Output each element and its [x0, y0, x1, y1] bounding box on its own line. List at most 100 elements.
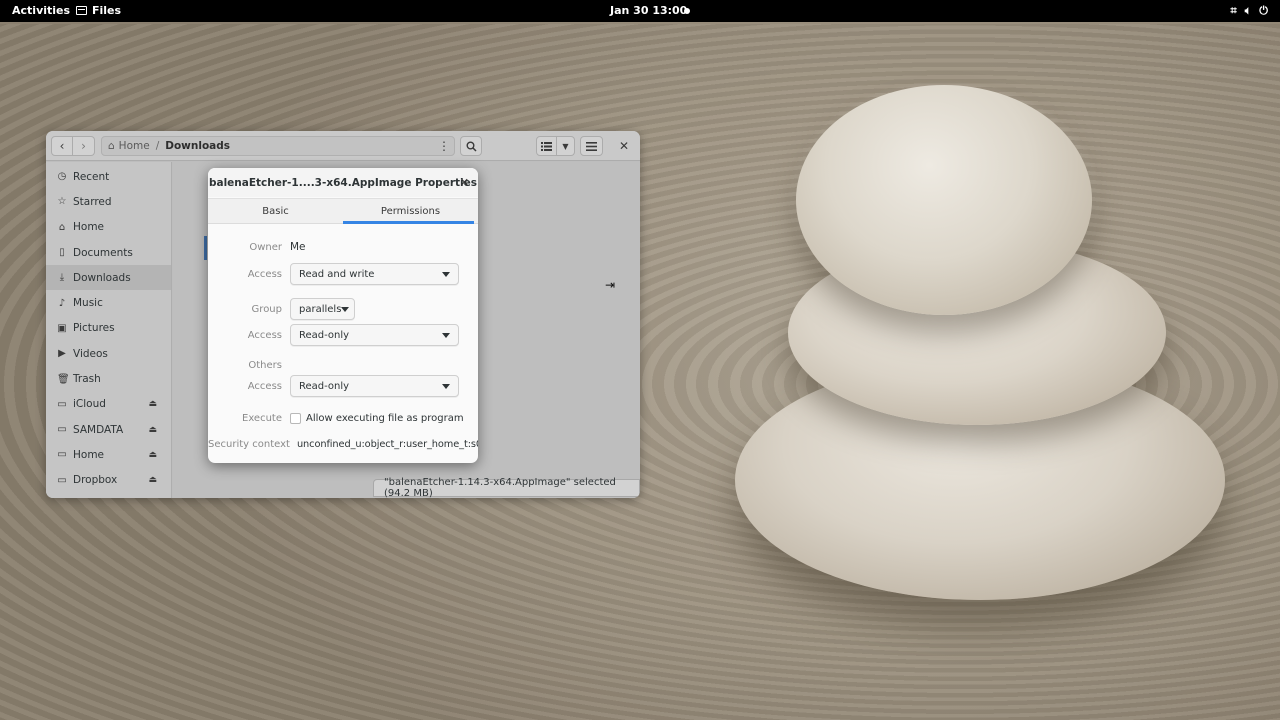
others-label: Others	[248, 359, 282, 371]
notification-dot-icon	[684, 8, 690, 14]
drive-icon: ▭	[57, 474, 67, 486]
sidebar-item-label: Music	[73, 297, 103, 310]
search-button[interactable]	[460, 136, 482, 156]
group-value: parallels	[299, 303, 342, 315]
close-icon: ✕	[618, 139, 630, 153]
search-icon	[466, 141, 477, 152]
owner-value: Me	[290, 241, 306, 253]
group-dropdown[interactable]: parallels	[290, 298, 355, 320]
others-row: Others	[208, 354, 478, 376]
path-home[interactable]: ⌂ Home	[108, 140, 150, 152]
forward-button[interactable]: ›	[73, 136, 95, 156]
eject-icon[interactable]: ⏏	[148, 475, 157, 485]
sidebar-item-pictures[interactable]: ▣ Pictures	[46, 316, 171, 341]
sidebar-item-music[interactable]: ♪ Music	[46, 290, 171, 315]
list-view-icon	[541, 141, 552, 151]
volume-icon[interactable]: 🔈︎	[1245, 4, 1252, 18]
app-menu-button[interactable]: Files	[76, 4, 121, 17]
chevron-down-icon: ▼	[562, 141, 569, 151]
back-button[interactable]: ‹	[51, 136, 73, 156]
video-icon: ▶	[58, 348, 66, 360]
chevron-right-icon: ›	[81, 139, 86, 153]
group-access-row: Access Read-only	[208, 324, 478, 346]
eject-icon[interactable]: ⏏	[148, 425, 157, 435]
execute-checkbox-label: Allow executing file as program	[306, 412, 464, 424]
view-options-button[interactable]: ▼	[557, 136, 575, 156]
sidebar-item-label: Videos	[73, 347, 108, 360]
tab-permissions[interactable]: Permissions	[343, 199, 478, 224]
sidebar-item-home[interactable]: ⌂ Home	[46, 215, 171, 240]
window-close-button[interactable]: ✕	[614, 136, 634, 156]
activities-button[interactable]: Activities	[12, 4, 70, 17]
star-icon: ☆	[57, 196, 67, 208]
sidebar-item-starred[interactable]: ☆ Starred	[46, 189, 171, 214]
home-icon: ⌂	[108, 140, 115, 152]
others-access-value: Read-only	[299, 380, 350, 392]
drive-icon: ▭	[57, 424, 67, 436]
selection-status: "balenaEtcher-1.14.3-x64.AppImage" selec…	[373, 477, 640, 498]
group-access-value: Read-only	[299, 329, 350, 341]
sidebar-item-samdata[interactable]: ▭ SAMDATA ⏏	[46, 417, 171, 442]
others-access-dropdown[interactable]: Read-only	[290, 375, 459, 397]
sidebar-item-label: Dropbox	[73, 474, 118, 487]
header-bar: ‹ › ⌂ Home / Downloads ⋮ ▼ ✕	[46, 131, 640, 161]
execute-label: Execute	[242, 412, 282, 424]
sidebar-item-label: Trash	[73, 373, 101, 386]
drive-icon: ▭	[57, 398, 67, 410]
chevron-down-icon	[341, 306, 350, 312]
properties-dialog: balenaEtcher-1....3-x64.AppImage Propert…	[208, 168, 478, 463]
view-list-button[interactable]	[536, 136, 557, 156]
sidebar-item-recent[interactable]: ◷ Recent	[46, 164, 171, 189]
wallpaper-stone-top	[796, 85, 1092, 315]
sidebar-item-label: SAMDATA	[73, 423, 124, 436]
home-icon: ⌂	[58, 221, 66, 233]
sidebar-item-dropbox[interactable]: ▭ Dropbox ⏏	[46, 468, 171, 493]
path-separator: /	[155, 140, 160, 152]
eject-icon[interactable]: ⏏	[148, 399, 157, 409]
owner-access-dropdown[interactable]: Read and write	[290, 263, 459, 285]
security-row: Security context unconfined_u:object_r:u…	[208, 433, 478, 455]
dialog-title: balenaEtcher-1....3-x64.AppImage Propert…	[208, 168, 478, 197]
clock[interactable]: Jan 30 13:00	[610, 4, 687, 17]
path-menu-button[interactable]: ⋮	[433, 136, 455, 156]
main-menu-button[interactable]	[580, 136, 603, 156]
drive-icon: ▭	[57, 449, 67, 461]
path-current[interactable]: Downloads	[165, 140, 230, 152]
execute-row: Execute Allow executing file as program	[208, 407, 478, 429]
checkbox-icon[interactable]	[290, 412, 301, 424]
path-home-label: Home	[118, 140, 150, 152]
path-bar[interactable]: ⌂ Home / Downloads	[101, 136, 455, 156]
sidebar: ◷ Recent ☆ Starred ⌂ Home ▯ Documents ⤓ Downl…	[46, 162, 172, 498]
chevron-down-icon	[442, 383, 450, 389]
sidebar-item-icloud[interactable]: ▭ iCloud ⏏	[46, 392, 171, 417]
sidebar-item-videos[interactable]: ▶ Videos	[46, 341, 171, 366]
chevron-left-icon: ‹	[59, 139, 65, 153]
sidebar-item-documents[interactable]: ▯ Documents	[46, 240, 171, 265]
group-label: Group	[251, 303, 282, 315]
sidebar-item-downloads[interactable]: ⤓ Downloads	[46, 265, 171, 291]
execute-checkbox[interactable]: Allow executing file as program	[290, 412, 464, 424]
power-icon[interactable]: ⏻	[1259, 4, 1268, 18]
top-bar: Activities Files Jan 30 13:00 ⌗ 🔈︎ ⏻	[0, 0, 1280, 22]
sidebar-item-label: Recent	[73, 170, 110, 183]
trash-icon: 🗑︎	[57, 373, 70, 385]
network-icon[interactable]: ⌗	[1230, 4, 1236, 18]
dialog-close-button[interactable]: ✕	[460, 176, 469, 189]
sidebar-item-home-share[interactable]: ▭ Home ⏏	[46, 442, 171, 467]
app-name: Files	[92, 4, 122, 17]
group-access-dropdown[interactable]: Read-only	[290, 324, 459, 346]
eject-icon[interactable]: ⏏	[148, 450, 157, 460]
sidebar-item-label: Documents	[73, 246, 133, 259]
group-row: Group parallels	[208, 298, 478, 320]
vertical-dots-icon: ⋮	[438, 139, 450, 153]
selected-file-indicator	[204, 236, 207, 260]
tab-basic[interactable]: Basic	[208, 199, 343, 223]
pictures-icon: ▣	[57, 322, 67, 334]
system-tray[interactable]: ⌗ 🔈︎ ⏻	[1230, 4, 1268, 18]
sidebar-item-trash[interactable]: 🗑︎ Trash	[46, 366, 171, 391]
owner-access-value: Read and write	[299, 268, 375, 280]
others-access-row: Access Read-only	[208, 375, 478, 397]
sidebar-item-label: Home	[73, 448, 105, 461]
sidebar-item-label: iCloud	[73, 398, 106, 411]
music-icon: ♪	[58, 297, 66, 309]
